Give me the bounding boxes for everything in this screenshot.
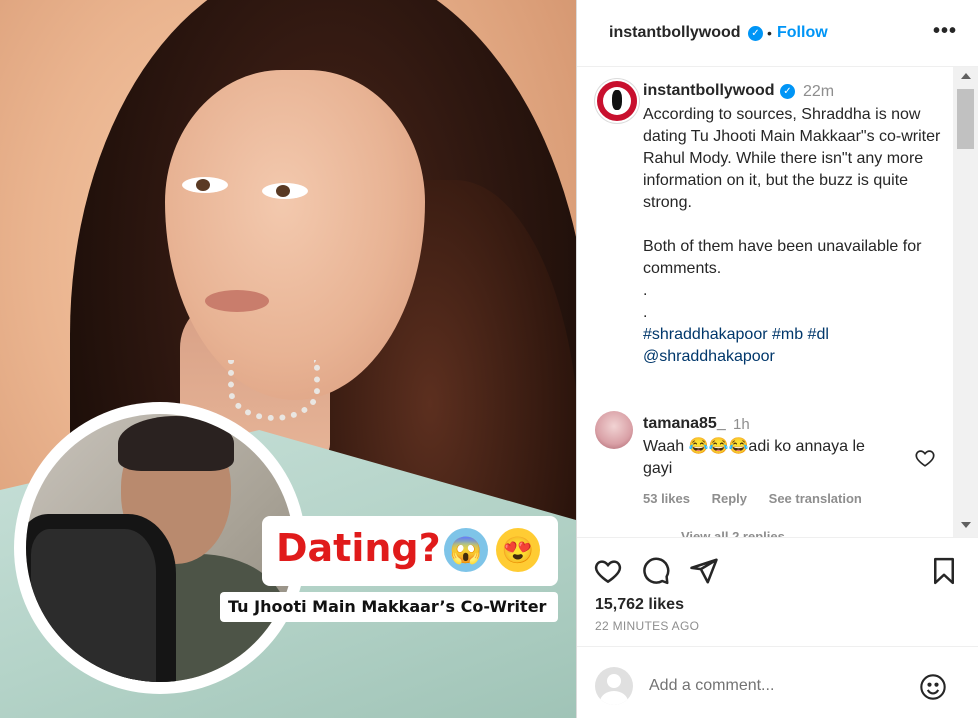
post-header: instantbollywood ✓ • Follow ••• [577, 0, 978, 67]
header-separator: • [767, 25, 772, 41]
caption-username[interactable]: instantbollywood [643, 82, 775, 100]
caption-mention[interactable]: @shraddhakapoor [643, 346, 943, 368]
verified-badge-icon: ✓ [748, 26, 763, 41]
bookmark-icon[interactable] [929, 556, 959, 586]
scroll-down-icon[interactable] [961, 522, 971, 528]
photo-lips [205, 290, 269, 312]
photo-eye-left [182, 177, 228, 193]
post-side-panel: instantbollywood ✓ • Follow ••• instantb… [577, 0, 978, 718]
caption-line: Both of them have been unavailable for c… [643, 238, 922, 277]
caption-spacer [643, 214, 943, 236]
likes-count[interactable]: 15,762 likes [595, 596, 684, 614]
commenter-avatar[interactable] [595, 411, 633, 449]
photo-eye-right [262, 183, 308, 199]
caption-time[interactable]: 22m [803, 83, 834, 101]
comment-meta: 53 likes Reply See translation [643, 491, 880, 506]
inset-car-window [31, 529, 156, 682]
comment-icon[interactable] [641, 556, 671, 586]
comment-input[interactable] [649, 677, 909, 695]
emoji-icon[interactable] [919, 673, 947, 701]
photo-necklace [228, 360, 320, 421]
header-username[interactable]: instantbollywood [609, 24, 741, 42]
comment-reply-button[interactable]: Reply [712, 491, 747, 506]
scream-emoji-icon: 😱 [444, 528, 488, 572]
caption-line: . [643, 282, 648, 299]
caption-text: According to sources, Shraddha is now da… [643, 104, 943, 368]
comment-text: Waah 😂😂😂adi ko annaya le gayi [643, 438, 865, 477]
add-comment-bar [577, 646, 978, 719]
caption-line: According to sources, Shraddha is now da… [643, 106, 941, 211]
comments-scroll-area[interactable]: instantbollywood ✓ 22m According to sour… [577, 67, 978, 537]
caption-line: . [643, 304, 648, 321]
post-timestamp[interactable]: 22 MINUTES AGO [595, 619, 699, 633]
overlay-title: Dating? [276, 526, 441, 570]
inset-man-hair [118, 416, 234, 471]
author-avatar[interactable] [595, 79, 639, 123]
comment-likes[interactable]: 53 likes [643, 491, 690, 506]
heart-eyes-emoji-icon: 😍 [496, 528, 540, 572]
scrollbar-thumb[interactable] [957, 89, 974, 149]
heart-icon[interactable] [593, 556, 623, 586]
comment-time[interactable]: 1h [733, 416, 750, 433]
comment-heart-icon[interactable] [914, 447, 936, 469]
more-icon[interactable]: ••• [933, 20, 957, 43]
inset-photo [26, 414, 294, 682]
share-icon[interactable] [689, 556, 719, 586]
scroll-up-icon[interactable] [961, 73, 971, 79]
post-media[interactable]: Dating? 😱 😍 Tu Jhooti Main Makkaar’s Co-… [0, 0, 576, 718]
post-actions: 15,762 likes 22 MINUTES AGO [577, 537, 978, 646]
view-replies-label: View all 2 replies [681, 529, 785, 537]
scrollbar[interactable] [953, 67, 978, 537]
verified-badge-icon: ✓ [780, 84, 795, 99]
comment-username[interactable]: tamana85_ [643, 415, 726, 433]
see-translation-button[interactable]: See translation [769, 491, 862, 506]
viewer-avatar [595, 667, 633, 705]
view-replies-button[interactable]: View all 2 replies [643, 529, 785, 537]
follow-button[interactable]: Follow [777, 24, 828, 42]
caption-hashtags[interactable]: #shraddhakapoor #mb #dl [643, 324, 943, 346]
overlay-caption: Tu Jhooti Main Makkaar’s Co-Writer [228, 597, 547, 616]
